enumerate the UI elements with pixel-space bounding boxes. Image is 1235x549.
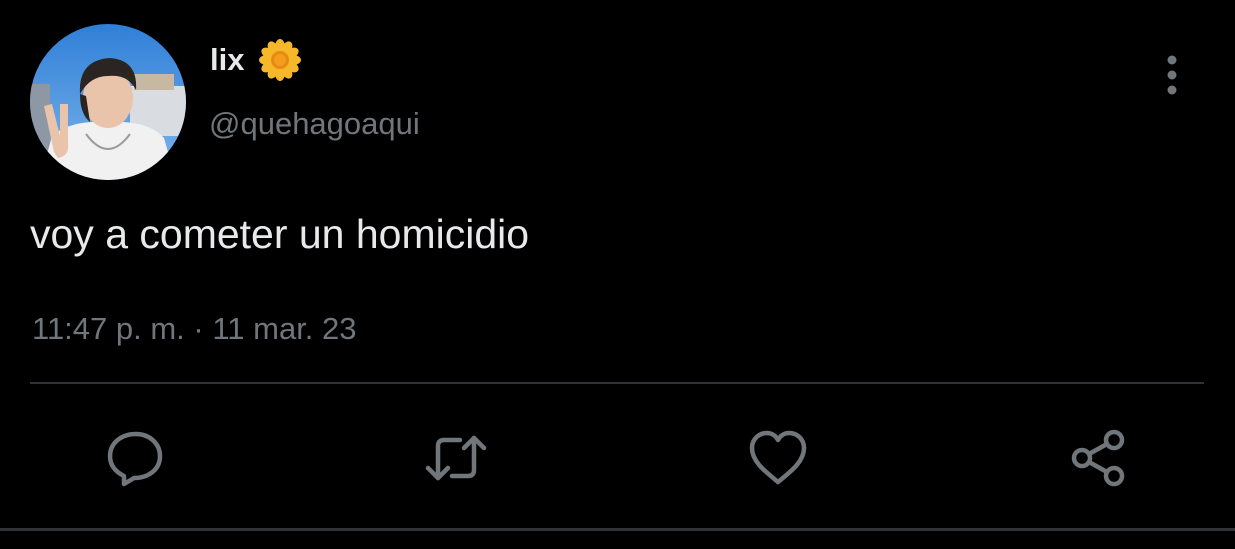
display-name[interactable]: lix [210, 38, 244, 82]
speech-bubble-icon [107, 431, 163, 487]
reply-button[interactable] [104, 426, 168, 490]
retweet-icon [425, 435, 487, 481]
tweet-text: voy a cometer un homicidio [30, 211, 530, 257]
retweet-button[interactable] [424, 426, 488, 490]
divider [30, 382, 1204, 384]
user-handle[interactable]: @quehagoaqui [209, 104, 420, 144]
share-icon [1071, 429, 1125, 487]
share-button[interactable] [1068, 426, 1132, 490]
avatar[interactable] [30, 24, 186, 180]
sunflower-emoji [259, 39, 301, 81]
divider [0, 528, 1235, 531]
heart-icon [749, 430, 807, 485]
more-options-button[interactable] [1152, 50, 1192, 100]
vertical-dots-icon [1167, 55, 1177, 95]
tweet-detail: lix @quehagoaqui voy a cometer un homici… [0, 0, 1235, 549]
avatar-photo [30, 24, 186, 180]
tweet-timestamp[interactable]: 11:47 p. m. · 11 mar. 23 [32, 308, 357, 350]
like-button[interactable] [746, 426, 810, 490]
